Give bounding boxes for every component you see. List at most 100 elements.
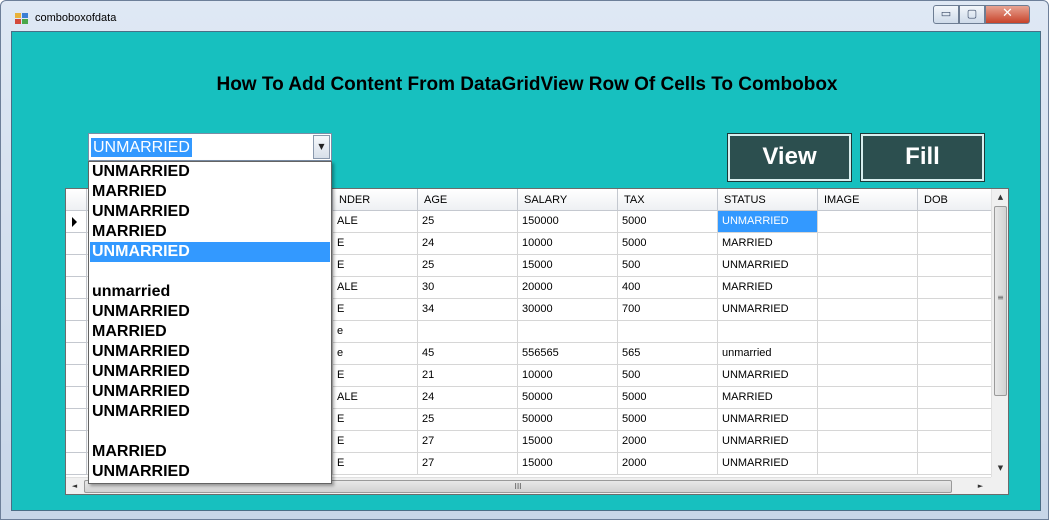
table-cell[interactable]: 50000 bbox=[518, 409, 618, 431]
table-cell[interactable]: UNMARRIED bbox=[718, 299, 818, 321]
column-header-tax[interactable]: TAX bbox=[618, 189, 718, 211]
scroll-down-icon[interactable]: ▼ bbox=[992, 460, 1008, 477]
row-header[interactable] bbox=[66, 277, 87, 299]
table-cell[interactable] bbox=[718, 321, 818, 343]
table-cell[interactable]: 24 bbox=[418, 387, 518, 409]
table-cell[interactable]: 25 bbox=[418, 255, 518, 277]
table-cell[interactable]: 5000 bbox=[618, 233, 718, 255]
table-cell[interactable] bbox=[918, 409, 991, 431]
table-cell[interactable]: 150000 bbox=[518, 211, 618, 233]
scroll-left-icon[interactable]: ◄ bbox=[66, 478, 83, 494]
table-cell[interactable]: UNMARRIED bbox=[718, 409, 818, 431]
table-cell[interactable] bbox=[818, 299, 918, 321]
table-cell[interactable]: UNMARRIED bbox=[718, 431, 818, 453]
table-cell[interactable]: 25 bbox=[418, 211, 518, 233]
table-cell[interactable]: UNMARRIED bbox=[718, 365, 818, 387]
table-cell[interactable]: 34 bbox=[418, 299, 518, 321]
table-cell[interactable]: MARRIED bbox=[718, 387, 818, 409]
table-cell[interactable]: 10000 bbox=[518, 365, 618, 387]
table-cell[interactable]: 5000 bbox=[618, 409, 718, 431]
table-cell[interactable]: 20000 bbox=[518, 277, 618, 299]
table-cell[interactable] bbox=[818, 255, 918, 277]
maximize-button[interactable]: ▢ bbox=[959, 5, 985, 24]
row-header[interactable] bbox=[66, 409, 87, 431]
table-cell[interactable] bbox=[918, 299, 991, 321]
list-item[interactable] bbox=[90, 262, 330, 282]
table-cell[interactable]: 27 bbox=[418, 431, 518, 453]
table-cell[interactable]: 2000 bbox=[618, 453, 718, 475]
row-header[interactable] bbox=[66, 299, 87, 321]
table-cell[interactable] bbox=[918, 343, 991, 365]
column-header-age[interactable]: AGE bbox=[418, 189, 518, 211]
table-cell[interactable] bbox=[418, 321, 518, 343]
table-cell[interactable] bbox=[818, 211, 918, 233]
list-item[interactable]: MARRIED bbox=[90, 322, 330, 342]
table-cell[interactable]: 50000 bbox=[518, 387, 618, 409]
table-cell[interactable]: E bbox=[333, 299, 418, 321]
table-cell[interactable]: E bbox=[333, 233, 418, 255]
vertical-scroll-thumb[interactable]: ≡ bbox=[994, 206, 1007, 396]
table-cell[interactable] bbox=[818, 277, 918, 299]
status-combobox[interactable]: UNMARRIED ▼ bbox=[88, 133, 332, 161]
combobox-dropdown-list[interactable]: UNMARRIED MARRIED UNMARRIED MARRIED UNMARRIE… bbox=[88, 161, 332, 484]
table-cell[interactable]: 556565 bbox=[518, 343, 618, 365]
table-cell[interactable]: E bbox=[333, 409, 418, 431]
row-header[interactable] bbox=[66, 321, 87, 343]
row-header[interactable] bbox=[66, 233, 87, 255]
table-cell[interactable] bbox=[918, 255, 991, 277]
table-cell[interactable]: 30000 bbox=[518, 299, 618, 321]
table-cell[interactable]: 5000 bbox=[618, 387, 718, 409]
table-cell[interactable]: ALE bbox=[333, 277, 418, 299]
row-header[interactable] bbox=[66, 453, 87, 475]
table-cell[interactable]: 2000 bbox=[618, 431, 718, 453]
table-cell[interactable]: ALE bbox=[333, 211, 418, 233]
table-cell[interactable] bbox=[818, 387, 918, 409]
table-cell[interactable]: 700 bbox=[618, 299, 718, 321]
row-header[interactable] bbox=[66, 255, 87, 277]
table-cell[interactable]: 15000 bbox=[518, 431, 618, 453]
table-cell[interactable]: 10000 bbox=[518, 233, 618, 255]
table-cell[interactable]: 15000 bbox=[518, 255, 618, 277]
table-cell[interactable]: 25 bbox=[418, 409, 518, 431]
table-cell[interactable]: 21 bbox=[418, 365, 518, 387]
table-cell[interactable] bbox=[818, 365, 918, 387]
table-cell[interactable]: ALE bbox=[333, 387, 418, 409]
scroll-right-icon[interactable]: ► bbox=[972, 478, 989, 494]
row-header[interactable] bbox=[66, 387, 87, 409]
table-cell[interactable]: E bbox=[333, 255, 418, 277]
column-header-image[interactable]: IMAGE bbox=[818, 189, 918, 211]
table-cell[interactable] bbox=[818, 431, 918, 453]
table-cell[interactable] bbox=[918, 431, 991, 453]
row-header[interactable] bbox=[66, 343, 87, 365]
row-header[interactable] bbox=[66, 431, 87, 453]
table-cell[interactable]: 5000 bbox=[618, 211, 718, 233]
table-cell[interactable]: unmarried bbox=[718, 343, 818, 365]
list-item[interactable]: UNMARRIED bbox=[90, 202, 330, 222]
table-cell[interactable] bbox=[518, 321, 618, 343]
table-cell[interactable] bbox=[818, 321, 918, 343]
table-cell[interactable]: 565 bbox=[618, 343, 718, 365]
table-cell[interactable] bbox=[818, 233, 918, 255]
list-item[interactable]: UNMARRIED bbox=[90, 302, 330, 322]
list-item[interactable]: UNMARRIED bbox=[90, 462, 330, 482]
table-cell[interactable]: 15000 bbox=[518, 453, 618, 475]
table-cell[interactable]: 27 bbox=[418, 453, 518, 475]
column-header-nder[interactable]: NDER bbox=[333, 189, 418, 211]
table-cell[interactable]: 500 bbox=[618, 255, 718, 277]
table-cell[interactable] bbox=[618, 321, 718, 343]
combobox-dropdown-button[interactable]: ▼ bbox=[313, 135, 330, 159]
list-item[interactable]: UNMARRIED bbox=[90, 362, 330, 382]
table-cell[interactable]: E bbox=[333, 431, 418, 453]
row-header[interactable] bbox=[66, 211, 87, 233]
table-cell[interactable] bbox=[918, 211, 991, 233]
column-header-dob[interactable]: DOB bbox=[918, 189, 991, 211]
list-item[interactable]: UNMARRIED bbox=[90, 342, 330, 362]
table-cell[interactable]: 24 bbox=[418, 233, 518, 255]
list-item[interactable]: UNMARRIED bbox=[90, 242, 330, 262]
table-cell[interactable]: E bbox=[333, 453, 418, 475]
table-cell[interactable] bbox=[818, 453, 918, 475]
title-bar[interactable]: comboboxofdata ▭ ▢ ✕ bbox=[1, 1, 1048, 31]
table-cell[interactable] bbox=[918, 321, 991, 343]
table-cell[interactable]: 500 bbox=[618, 365, 718, 387]
table-cell[interactable]: MARRIED bbox=[718, 233, 818, 255]
